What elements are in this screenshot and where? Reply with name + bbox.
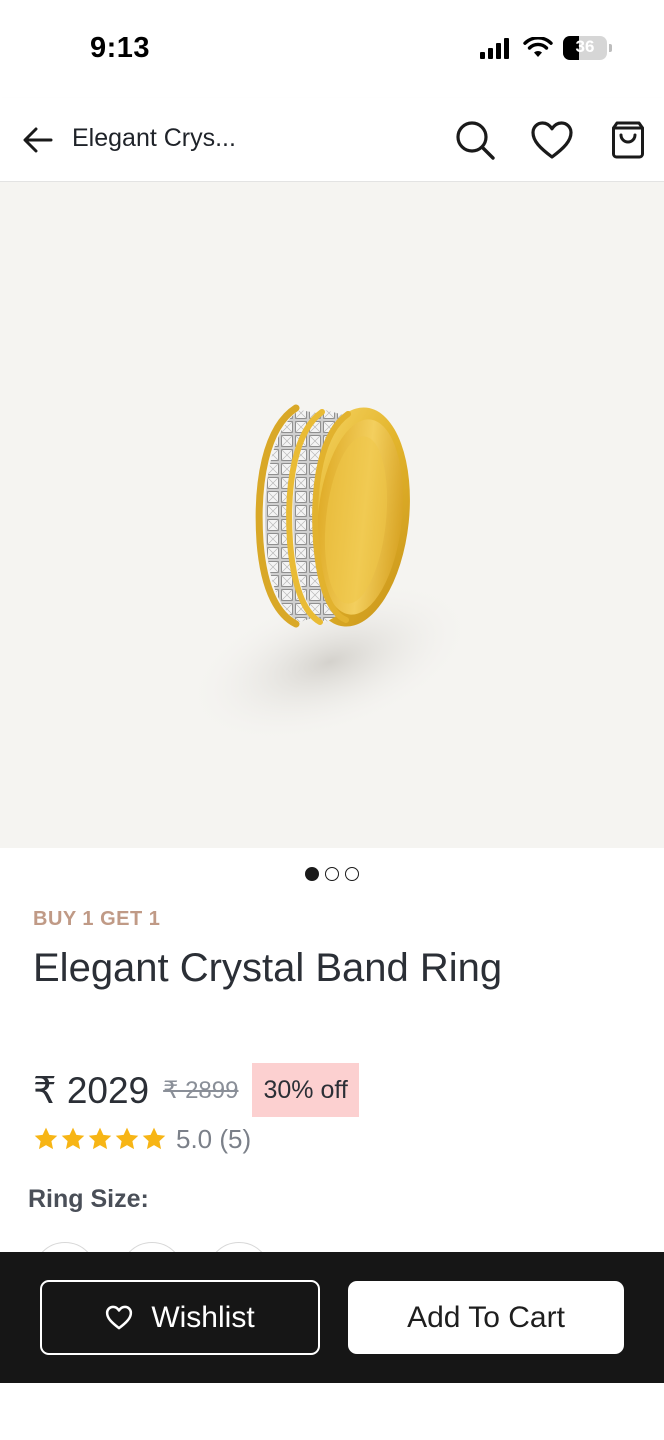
price-row: ₹ 2029 ₹ 2899 30% off [33,1062,359,1118]
battery-level: 36 [575,37,595,56]
app-bar: Elegant Crys... [0,98,664,182]
product-image-gallery[interactable] [0,182,664,848]
status-icons: 36 [479,36,612,60]
product-title: Elegant Crystal Band Ring [33,946,503,990]
heart-icon [106,1305,133,1330]
gallery-dot[interactable] [325,867,339,881]
wishlist-header-button[interactable] [530,118,574,162]
cellular-signal-icon [480,38,509,59]
search-button[interactable] [453,118,497,162]
bottom-action-bar: Wishlist Add To Cart [0,1252,664,1383]
wishlist-button-label: Wishlist [151,1300,255,1334]
page-title: Elegant Crys... [72,124,236,152]
back-button[interactable] [18,120,58,160]
status-bar: 9:13 36 [0,0,664,98]
status-time: 9:13 [90,32,151,64]
battery-icon: 36 [563,36,607,60]
heart-icon [531,121,573,159]
shopping-bag-icon [612,121,644,159]
gallery-dot[interactable] [305,867,319,881]
discount-badge: 30% off [252,1063,359,1117]
search-icon [456,121,495,160]
bottom-spacer [0,1383,664,1440]
star-icon [88,1127,112,1150]
selling-price: ₹ 2029 [33,1069,150,1111]
battery-tip [609,44,612,52]
add-to-cart-button[interactable]: Add To Cart [348,1281,624,1354]
cart-button[interactable] [606,118,650,162]
original-price: ₹ 2899 [163,1076,239,1104]
wifi-icon [523,37,553,57]
rating-row[interactable]: 5.0 (5) [33,1122,251,1156]
star-icon [142,1127,166,1150]
ring-size-label: Ring Size: [28,1185,149,1213]
star-icon [61,1127,85,1150]
arrow-left-icon [23,127,53,153]
gallery-dot[interactable] [345,867,359,881]
add-to-cart-label: Add To Cart [407,1300,565,1334]
star-icon [34,1127,58,1150]
promo-label: BUY 1 GET 1 [33,908,161,930]
gallery-pagination [0,867,664,881]
rating-stars [33,1126,167,1152]
rating-text: 5.0 (5) [176,1123,252,1154]
star-icon [115,1127,139,1150]
wishlist-button[interactable]: Wishlist [40,1280,320,1355]
ring-image [185,404,475,744]
